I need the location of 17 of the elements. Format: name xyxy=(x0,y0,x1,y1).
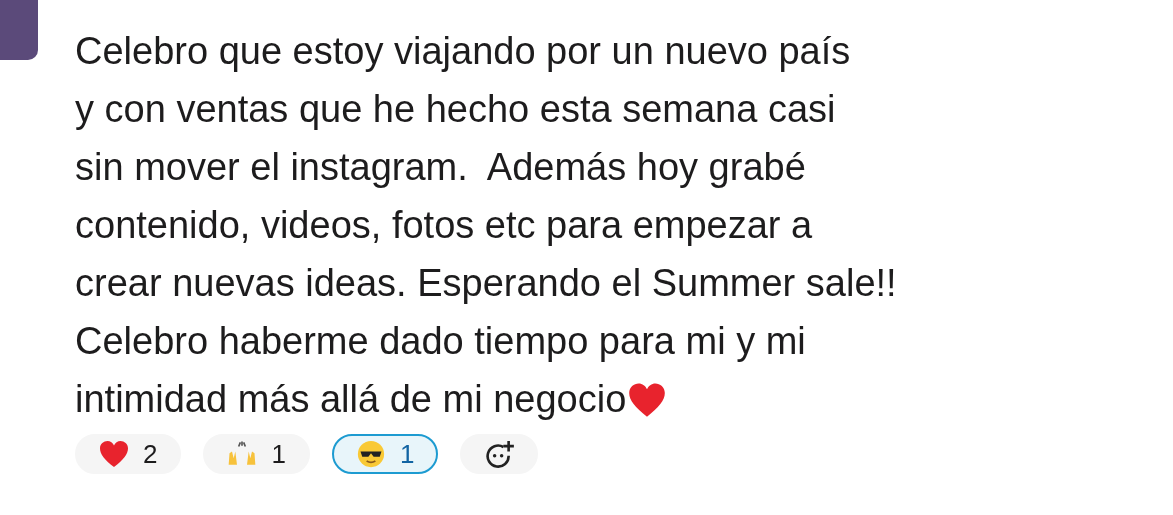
heart-icon xyxy=(99,440,129,468)
message-line: sin mover el instagram. Además hoy grabé xyxy=(75,146,806,188)
heart-icon xyxy=(628,382,667,418)
message-line: intimidad más allá de mi negocio xyxy=(75,378,627,420)
reaction-button[interactable]: 1 xyxy=(331,434,439,474)
add-emoji-icon xyxy=(484,440,515,468)
add-reaction-button[interactable] xyxy=(460,434,539,474)
message-line: Celebro que estoy viajando por un nuevo país xyxy=(75,30,851,72)
avatar-photo-placeholder xyxy=(0,0,38,60)
message-line: Celebro haberme dado tiempo para mi y mi xyxy=(75,320,806,362)
sunglasses-face-icon xyxy=(355,440,386,468)
message-line: contenido, videos, fotos etc para empezar a xyxy=(75,204,813,246)
reaction-button[interactable]: 2 xyxy=(75,434,182,474)
reaction-button[interactable]: 1 xyxy=(203,434,310,474)
message-line: y con ventas que he hecho esta semana casi xyxy=(75,88,836,130)
raised-hands-icon xyxy=(227,440,258,468)
message-line: crear nuevas ideas. Esperando el Summer sale!! xyxy=(75,262,897,304)
